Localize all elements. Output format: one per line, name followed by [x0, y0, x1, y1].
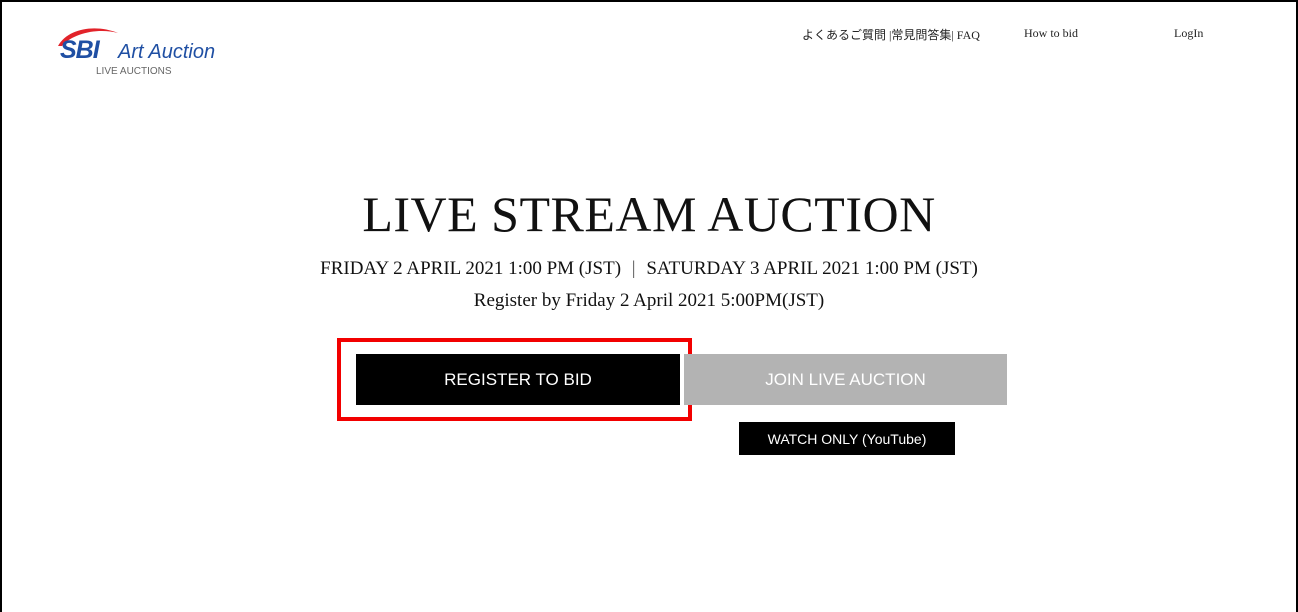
auction-date-2: SATURDAY 3 APRIL 2021 1:00 PM (JST): [646, 258, 978, 279]
logo-sbi-text: SBI: [60, 36, 100, 64]
page-title: LIVE STREAM AUCTION: [362, 186, 936, 242]
nav-faq-link[interactable]: よくあるご質問 |常見問答集| FAQ: [802, 26, 980, 43]
nav-login-link[interactable]: LogIn: [1174, 26, 1203, 41]
page-frame: SBI Art Auction LIVE AUCTIONS よくあるご質問 |常…: [0, 0, 1298, 612]
registration-deadline: Register by Friday 2 April 2021 5:00PM(J…: [473, 290, 825, 311]
auction-date-1: FRIDAY 2 APRIL 2021 1:00 PM (JST): [320, 258, 622, 279]
nav-how-to-bid-link[interactable]: How to bid: [1024, 26, 1078, 41]
watch-only-youtube-button[interactable]: WATCH ONLY (YouTube): [739, 422, 955, 455]
join-live-auction-button[interactable]: JOIN LIVE AUCTION: [684, 354, 1007, 405]
auction-dates: FRIDAY 2 APRIL 2021 1:00 PM (JST) | SATU…: [2, 258, 1296, 280]
logo-art-auction-text: Art Auction: [118, 41, 216, 63]
date-separator: |: [631, 258, 636, 279]
brand-logo[interactable]: SBI Art Auction LIVE AUCTIONS: [52, 24, 242, 84]
logo-subtitle: LIVE AUCTIONS: [96, 66, 172, 77]
register-to-bid-button[interactable]: REGISTER TO BID: [356, 354, 680, 405]
